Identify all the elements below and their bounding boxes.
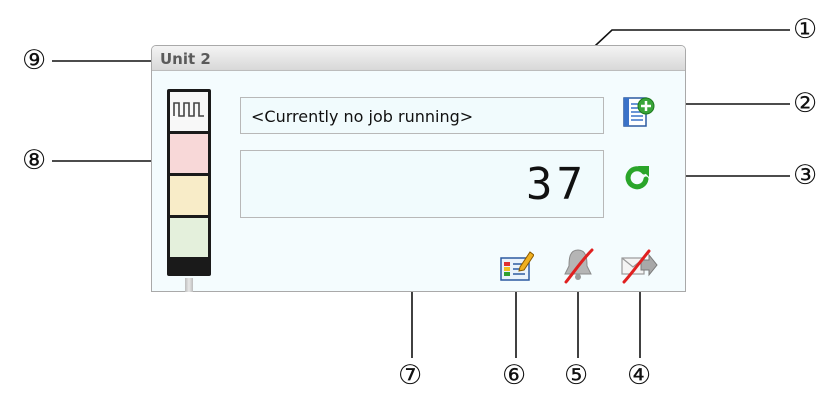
add-job-icon[interactable]: [622, 95, 656, 133]
edit-unit-icon[interactable]: [500, 250, 535, 286]
callout-8: ⑧: [22, 145, 47, 176]
counter-display[interactable]: 37: [240, 150, 604, 218]
tower-segment-green: [170, 218, 208, 257]
tower-segment-yellow: [170, 176, 208, 215]
job-status-field[interactable]: <Currently no job running>: [240, 97, 604, 134]
panel-title: Unit 2: [160, 50, 211, 68]
tower-segment-top: [170, 92, 208, 131]
job-status-text: <Currently no job running>: [251, 107, 474, 126]
callout-5: ⑤: [564, 360, 589, 391]
callout-6: ⑥: [502, 360, 527, 391]
callout-9: ⑨: [22, 45, 47, 76]
tower-segment-red: [170, 134, 208, 173]
callout-1: ①: [793, 14, 818, 45]
callout-3: ③: [793, 160, 818, 191]
signal-tower: [167, 89, 211, 276]
panel-titlebar[interactable]: Unit 2: [152, 46, 685, 71]
alarm-off-icon[interactable]: [560, 246, 596, 288]
callout-2: ②: [793, 88, 818, 119]
callout-4: ④: [627, 360, 652, 391]
counter-value: 37: [526, 159, 587, 210]
pulse-icon: [173, 102, 204, 117]
callout-7: ⑦: [398, 360, 423, 391]
unit-panel: Unit 2 <Currently no job running> 37: [151, 45, 686, 292]
reset-icon[interactable]: [622, 162, 652, 196]
mail-off-icon[interactable]: [619, 246, 659, 288]
tower-pole: [185, 278, 193, 292]
